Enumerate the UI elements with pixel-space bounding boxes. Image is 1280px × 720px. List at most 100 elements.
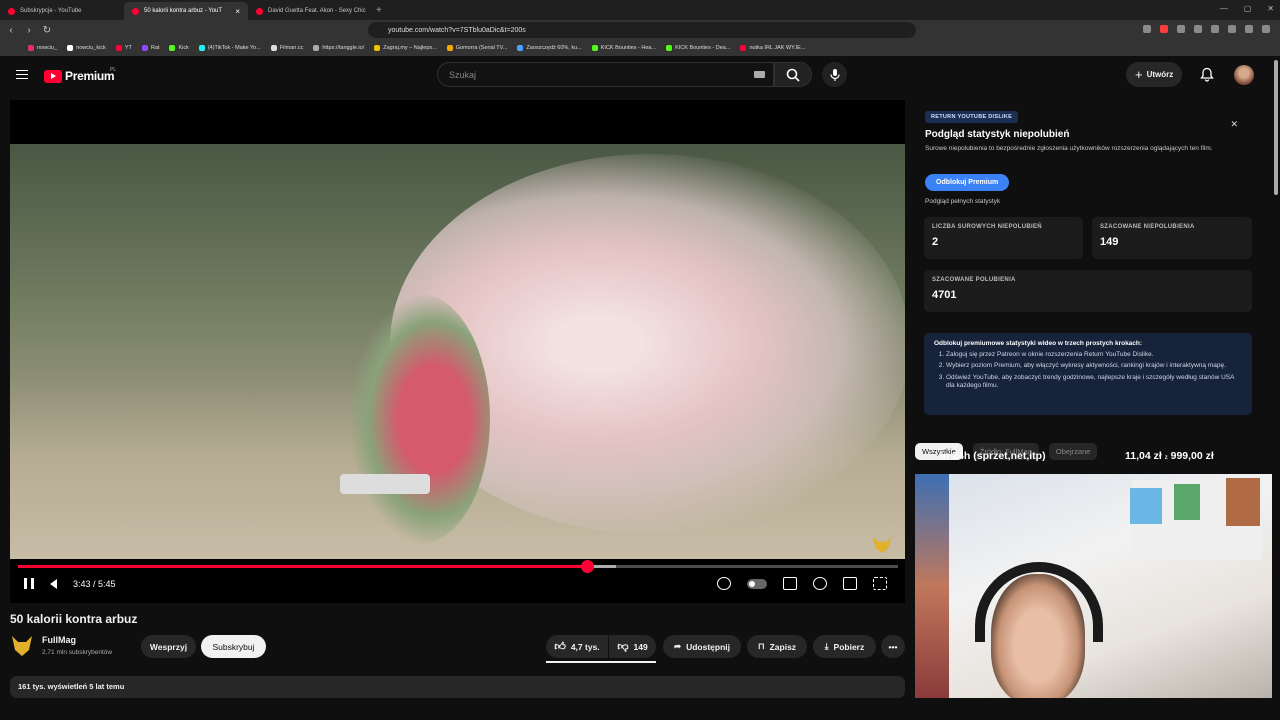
youtube-header: Premium PL Szukaj + Utwórz: [0, 56, 1280, 94]
dislike-button[interactable]: 👎︎ 149: [609, 635, 656, 658]
search-icon: [786, 68, 800, 82]
poster: [1130, 488, 1162, 524]
extension-icon[interactable]: [1211, 25, 1219, 33]
download-icon[interactable]: [1228, 25, 1236, 33]
search-button[interactable]: [774, 62, 812, 87]
menu-icon[interactable]: [16, 70, 28, 79]
description-box[interactable]: 161 tys. wyświetleń 5 lat temu: [10, 676, 905, 698]
donation-goal-amount: 11,04 zł z 999,00 zł: [1125, 450, 1214, 462]
bookmark[interactable]: KICK Bounties - Dea...: [666, 45, 730, 51]
voice-search-button[interactable]: [822, 62, 847, 87]
share-icon: ➦: [673, 641, 682, 651]
music-icon[interactable]: [1245, 25, 1253, 33]
autoplay-toggle[interactable]: [747, 578, 767, 589]
bookmark[interactable]: nowciu_: [28, 45, 57, 51]
youtube-logo-icon: [44, 69, 62, 83]
extension-icon[interactable]: [1194, 25, 1202, 33]
like-button[interactable]: 👍︎ 4,7 tys.: [546, 635, 608, 658]
step-item: Odśwież YouTube, aby zobaczyć trendy god…: [946, 374, 1242, 391]
plus-icon: +: [1135, 67, 1143, 82]
video-player[interactable]: 3:43 / 5:45: [10, 100, 905, 603]
subscribe-button[interactable]: Subskrybuj: [201, 635, 266, 658]
subtitles-icon[interactable]: [783, 577, 797, 590]
miniplayer-icon[interactable]: [843, 577, 857, 590]
extension-icons: [1143, 25, 1270, 33]
extension-icon[interactable]: [1160, 25, 1168, 33]
time-display: 3:43 / 5:45: [73, 578, 116, 589]
poster: [1174, 484, 1200, 520]
bookmark[interactable]: YT: [115, 45, 132, 51]
notifications-bell-icon[interactable]: [1200, 67, 1214, 82]
fullscreen-icon[interactable]: [873, 577, 887, 590]
webcam-overlay: [915, 474, 1272, 698]
close-icon[interactable]: ✕: [1230, 119, 1238, 130]
download-icon: ⤓: [824, 641, 829, 651]
browser-tab[interactable]: David Guetta Feat. Akon - Sexy Chic: [248, 2, 372, 20]
keyboard-icon[interactable]: [754, 71, 765, 78]
bookmark[interactable]: Gomorra (Serial TV...: [446, 45, 507, 51]
bookmark[interactable]: KICK Bounties - Hea...: [591, 45, 656, 51]
extension-badge: RETURN YOUTUBE DISLIKE: [925, 111, 1019, 123]
extension-shield-icon[interactable]: [717, 577, 731, 590]
stat-card-est-dislikes: Szacowane niepolubienia 149: [1092, 217, 1252, 259]
back-icon[interactable]: ‹: [4, 25, 18, 36]
volume-icon[interactable]: [50, 578, 57, 589]
menu-icon[interactable]: [1262, 25, 1270, 33]
support-button[interactable]: Wesprzyj: [141, 635, 196, 658]
bookmark[interactable]: Rat: [141, 45, 159, 51]
close-window-icon[interactable]: ✕: [1267, 4, 1274, 13]
bookmark[interactable]: Zaoszczędź 60%, ku...: [517, 45, 582, 51]
youtube-favicon-icon: [132, 7, 139, 15]
download-button[interactable]: ⤓ Pobierz: [813, 635, 876, 658]
step-item: Zaloguj się przez Patreon w oknie rozsze…: [946, 351, 1242, 359]
video-title: 50 kalorii kontra arbuz: [10, 612, 138, 626]
extension-icon[interactable]: [1143, 25, 1151, 33]
stat-card-raw-dislikes: Liczba surowych niepolubień 2: [924, 217, 1083, 259]
search-input[interactable]: Szukaj: [437, 62, 774, 87]
stand: [340, 474, 430, 494]
youtube-premium-logo[interactable]: Premium PL: [44, 67, 116, 83]
pause-icon[interactable]: [24, 578, 34, 589]
progress-bar[interactable]: [18, 560, 898, 573]
chip-watched[interactable]: Obejrzane: [1048, 443, 1098, 460]
reload-icon[interactable]: ↻: [40, 25, 54, 36]
page-scrollbar[interactable]: [1274, 60, 1278, 195]
settings-gear-icon[interactable]: [813, 577, 827, 590]
create-button[interactable]: + Utwórz: [1126, 62, 1183, 87]
close-tab-icon[interactable]: ×: [235, 7, 240, 16]
step-item: Wybierz poziom Premium, aby włączyć wykr…: [946, 362, 1242, 370]
url-field[interactable]: youtube.com/watch?v=7STblu0aDic&t=200s: [368, 22, 916, 38]
premium-steps-box: Odblokuj premiumowe statystyki wideo w t…: [924, 333, 1252, 415]
more-actions-button[interactable]: •••: [881, 635, 905, 658]
bookmark[interactable]: (4)TikTok - Make Yo...: [198, 45, 261, 51]
forward-icon[interactable]: ›: [22, 25, 36, 36]
bookmark[interactable]: nowciu_kick: [67, 45, 106, 51]
panel-description: Surowe niepolubienia to bezpośrednie zgł…: [925, 145, 1213, 152]
browser-tab-active[interactable]: 50 kalorii kontra arbuz - YouT ×: [124, 2, 248, 20]
player-controls-right: [717, 577, 887, 590]
new-tab-icon[interactable]: +: [376, 5, 382, 16]
save-button[interactable]: ⊓ Zapisz: [747, 635, 807, 658]
stat-card-est-likes: Szacowane polubienia 4701: [924, 270, 1252, 312]
full-stats-link[interactable]: Podgląd pełnych statystyk: [925, 198, 1000, 205]
address-bar-row: ‹ › ↻ youtube.com/watch?v=7STblu0aDic&t=…: [0, 20, 1280, 40]
avatar[interactable]: [1234, 65, 1254, 85]
microphone-icon: [829, 68, 840, 81]
extension-icon[interactable]: [1177, 25, 1185, 33]
bookmark[interactable]: https://tanggle.io/: [313, 45, 364, 51]
bookmark[interactable]: Zagraj.my – Najleps...: [374, 45, 437, 51]
bookmark[interactable]: Kick: [169, 45, 189, 51]
bookmarks-bar: nowciu_ nowciu_kick YT Rat Kick (4)TikTo…: [0, 40, 1280, 56]
bookmark[interactable]: nutka IRL JAK WY.IE...: [740, 45, 805, 51]
maximize-icon[interactable]: ▢: [1244, 4, 1252, 13]
channel-avatar[interactable]: [12, 636, 32, 656]
minimize-icon[interactable]: —: [1220, 4, 1228, 13]
youtube-favicon-icon: [256, 7, 263, 15]
channel-name[interactable]: FullMag: [42, 635, 76, 645]
share-button[interactable]: ➦ Udostępnij: [663, 635, 741, 658]
scrubber-handle[interactable]: [581, 560, 595, 573]
more-icon: •••: [888, 641, 898, 652]
bookmark[interactable]: Filman.cc: [270, 45, 303, 51]
unlock-premium-button[interactable]: Odblokuj Premium: [925, 174, 1010, 191]
browser-tab[interactable]: Subskrypcje - YouTube: [0, 2, 124, 20]
